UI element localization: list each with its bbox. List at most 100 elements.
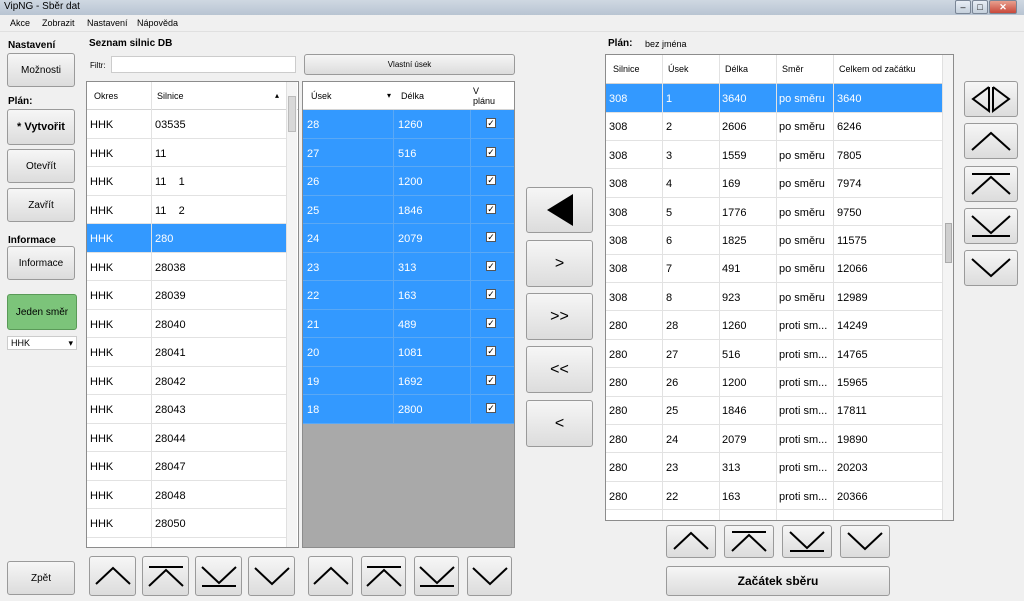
roads-move-up-button[interactable] [89,556,136,596]
zavrit-button[interactable]: Zavřít [7,188,75,222]
table-row[interactable]: 308 4 169 po směru 7974 [606,169,942,198]
col-okres[interactable]: Okres [94,91,118,101]
table-row[interactable]: 21 489 ✓ [303,309,514,338]
moznosti-button[interactable]: Možnosti [7,53,75,87]
roads-move-top-button[interactable] [142,556,189,596]
v-planu-checkbox[interactable]: ✓ [486,374,496,385]
back-button[interactable] [526,187,593,233]
table-row[interactable]: 280 28 1260 proti sm... 14249 [606,311,942,340]
v-planu-checkbox[interactable]: ✓ [486,175,496,185]
plan-scroll-thumb[interactable] [945,223,952,263]
roads-scrollbar[interactable] [286,82,297,547]
zpet-button[interactable]: Zpět [7,561,75,595]
table-row[interactable]: HHK 11 [87,139,286,167]
col-delka[interactable]: Délka [401,91,424,101]
plan-move-down-button[interactable] [840,525,890,558]
roads-move-bottom-button[interactable] [195,556,242,596]
roads-move-down-button[interactable] [248,556,295,596]
filter-input[interactable] [111,56,296,73]
zacatek-sberu-button[interactable]: Začátek sběru [666,566,890,596]
add-all-button[interactable]: >> [526,293,593,340]
table-row[interactable]: 280 24 2079 proti sm... 19890 [606,425,942,454]
v-planu-checkbox[interactable]: ✓ [486,146,496,157]
v-planu-checkbox[interactable]: ✓ [486,203,496,214]
table-row[interactable]: 23 313 ✓ [303,252,514,281]
region-select[interactable]: HHK ▾ [7,336,77,350]
remove-all-button[interactable]: << [526,346,593,393]
table-row[interactable]: 26 1200 ✓ [303,167,514,196]
table-row[interactable]: 308 5 1776 po směru 9750 [606,198,942,227]
v-planu-checkbox[interactable]: ✓ [486,118,496,128]
minimize-icon[interactable]: – [955,0,971,14]
col-plan-delka[interactable]: Délka [725,64,748,74]
menu-napoveda[interactable]: Nápověda [137,18,178,28]
segments-move-down-button[interactable] [467,556,512,596]
vlastni-usek-button[interactable]: Vlastní úsek [304,54,515,75]
table-row[interactable]: 280 22 163 proti sm... 20366 [606,482,942,511]
col-usek[interactable]: Úsek [311,91,332,101]
jeden-smer-button[interactable]: Jeden směr [7,294,77,330]
table-row[interactable]: 24 2079 ✓ [303,224,514,253]
plan-move-bottom-button[interactable] [782,525,832,558]
table-row[interactable]: 308 3 1559 po směru 7805 [606,141,942,170]
table-row[interactable]: 308 1 3640 po směru 3640 [606,84,942,113]
menu-zobrazit[interactable]: Zobrazit [42,18,75,28]
segments-move-up-button[interactable] [308,556,353,596]
table-row[interactable]: HHK 11 1 [87,167,286,196]
table-row[interactable]: HHK 28040 [87,310,286,338]
table-row[interactable]: HHK 28043 [87,395,286,424]
close-icon[interactable]: ✕ [989,0,1017,14]
plan-move-down-button[interactable] [964,250,1018,286]
col-silnice[interactable]: Silnice [157,91,184,101]
table-row[interactable]: HHK 28050 [87,509,286,538]
remove-button[interactable]: < [526,400,593,447]
table-row[interactable]: HHK 28042 [87,367,286,395]
table-row[interactable]: 280 26 1200 proti sm... 15965 [606,368,942,397]
segments-move-bottom-button[interactable] [414,556,459,596]
plan-move-up-button[interactable] [964,123,1018,159]
v-planu-checkbox[interactable]: ✓ [486,346,496,356]
col-plan-usek[interactable]: Úsek [668,64,689,74]
col-plan-smer[interactable]: Směr [782,64,804,74]
table-row[interactable]: HHK 11 2 [87,196,286,224]
table-row[interactable]: 280 23 313 proti sm... 20203 [606,453,942,482]
table-row[interactable]: HHK 28041 [87,338,286,367]
plan-scrollbar[interactable] [942,55,953,520]
plan-move-top-button[interactable] [964,166,1018,202]
table-row[interactable]: 22 163 ✓ [303,281,514,310]
table-row[interactable]: 25 1846 ✓ [303,195,514,224]
table-row[interactable]: 18 2800 ✓ [303,395,514,424]
table-row[interactable]: HHK 28039 [87,281,286,310]
table-row[interactable]: 280 27 516 proti sm... 14765 [606,340,942,369]
plan-move-bottom-button[interactable] [964,208,1018,244]
vytvorit-button[interactable]: * Vytvořit [7,109,75,145]
plan-move-up-button[interactable] [666,525,716,558]
maximize-icon[interactable]: □ [972,0,988,14]
table-row[interactable]: HHK 28051 [87,538,286,548]
table-row[interactable]: 308 6 1825 po směru 11575 [606,226,942,255]
table-row[interactable]: HHK 28044 [87,424,286,452]
table-row[interactable]: 308 2 2606 po směru 6246 [606,112,942,141]
table-row[interactable] [606,510,942,520]
table-row[interactable]: 308 7 491 po směru 12066 [606,254,942,283]
table-row[interactable]: HHK 28048 [87,481,286,509]
table-row[interactable]: HHK 28047 [87,452,286,481]
v-planu-checkbox[interactable]: ✓ [486,260,496,271]
roads-scroll-thumb[interactable] [288,96,296,132]
segments-move-top-button[interactable] [361,556,406,596]
menu-akce[interactable]: Akce [10,18,30,28]
plan-move-top-button[interactable] [724,525,774,558]
add-button[interactable]: > [526,240,593,287]
table-row[interactable]: 27 516 ✓ [303,138,514,167]
table-row[interactable]: HHK 28038 [87,253,286,281]
v-planu-checkbox[interactable]: ✓ [486,232,496,242]
table-row[interactable]: HHK 03535 [87,110,286,139]
col-v-planu[interactable]: V plánu [473,86,503,106]
informace-button[interactable]: Informace [7,246,75,280]
v-planu-checkbox[interactable]: ✓ [486,289,496,299]
swap-direction-button[interactable] [964,81,1018,117]
table-row[interactable]: 280 25 1846 proti sm... 17811 [606,396,942,425]
table-row[interactable]: 308 8 923 po směru 12989 [606,283,942,312]
table-row[interactable]: HHK 280 [87,224,286,253]
table-row[interactable]: 28 1260 ✓ [303,110,514,139]
